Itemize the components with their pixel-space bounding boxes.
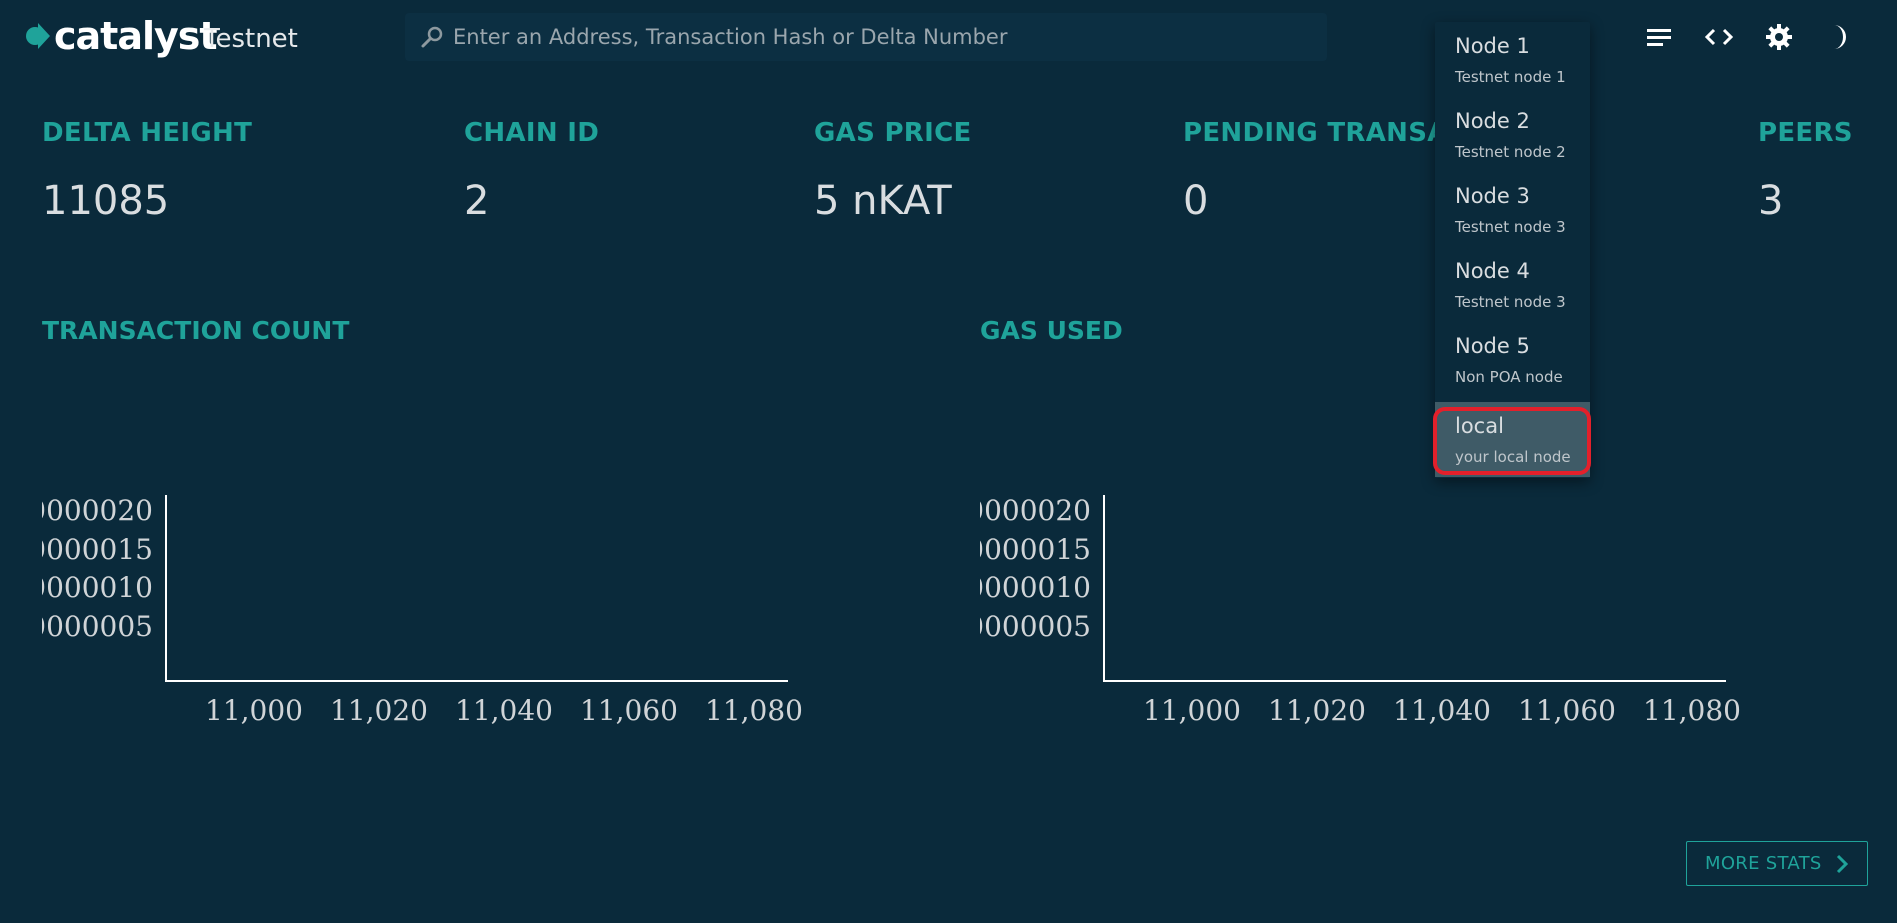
y-tick-label: 0000010 xyxy=(42,571,153,604)
menu-button[interactable] xyxy=(1640,18,1678,56)
y-tick-label: 0000020 xyxy=(980,494,1091,527)
x-tick-label: 11,040 xyxy=(455,694,553,727)
x-tick-label: 11,080 xyxy=(1643,694,1741,727)
gas-used-chart: 0000020 0000015 0000010 0000005 11,000 11,020… xyxy=(980,494,1741,727)
node-name: Node 4 xyxy=(1455,259,1530,283)
stat-label: PEERS xyxy=(1758,118,1853,148)
x-tick-label: 11,080 xyxy=(705,694,803,727)
node-name: local xyxy=(1455,414,1504,438)
chevron-right-icon xyxy=(1836,854,1848,873)
stat-chain-id: CHAIN ID 2 xyxy=(464,118,599,224)
catalyst-logo-icon xyxy=(26,23,50,49)
search-bar[interactable] xyxy=(405,13,1327,61)
node-description: Testnet node 3 xyxy=(1455,293,1566,311)
node-description: your local node xyxy=(1455,448,1571,466)
stat-label: PENDING TRANSA xyxy=(1183,118,1448,148)
transaction-count-chart: 0000020 0000015 0000010 0000005 11,000 11,020… xyxy=(42,494,803,727)
stat-peers: PEERS 3 xyxy=(1758,118,1853,224)
x-tick-label: 11,000 xyxy=(205,694,303,727)
stat-delta-height: DELTA HEIGHT 11085 xyxy=(42,118,252,224)
stat-value: 0 xyxy=(1183,178,1209,224)
more-stats-label: MORE STATS xyxy=(1705,853,1822,874)
node-menu-item-3[interactable]: Node 3 Testnet node 3 xyxy=(1435,172,1590,247)
moon-icon xyxy=(1834,25,1846,49)
y-tick-label: 0000010 xyxy=(980,571,1091,604)
node-description: Testnet node 2 xyxy=(1455,143,1566,161)
node-menu-item-local[interactable]: local your local node xyxy=(1435,402,1590,477)
x-tick-label: 11,020 xyxy=(330,694,428,727)
stat-label: CHAIN ID xyxy=(464,118,600,148)
more-stats-button[interactable]: MORE STATS xyxy=(1686,841,1868,886)
node-name: Node 1 xyxy=(1455,34,1530,58)
stat-label: GAS PRICE xyxy=(814,118,972,148)
page: catalyst Testnet Enter an Address, Trans… xyxy=(0,0,1897,923)
node-name: Node 5 xyxy=(1455,334,1530,358)
node-dropdown-menu: Node 1 Testnet node 1 Node 2 Testnet nod… xyxy=(1435,22,1590,478)
code-icon xyxy=(1704,28,1734,46)
x-tick-label: 11,060 xyxy=(1518,694,1616,727)
stat-label: DELTA HEIGHT xyxy=(42,118,253,148)
stat-pending-transactions: PENDING TRANSA 0 xyxy=(1183,118,1448,224)
network-name: Testnet xyxy=(204,24,298,54)
node-description: Testnet node 1 xyxy=(1455,68,1566,86)
node-menu-item-5[interactable]: Node 5 Non POA node xyxy=(1435,322,1590,397)
stat-value: 3 xyxy=(1758,178,1784,224)
search-input[interactable] xyxy=(453,25,1327,49)
code-button[interactable] xyxy=(1700,18,1738,56)
stat-value: 11085 xyxy=(42,178,170,224)
header: catalyst Testnet xyxy=(0,0,1897,76)
menu-icon xyxy=(1647,29,1671,46)
node-menu-item-1[interactable]: Node 1 Testnet node 1 xyxy=(1435,22,1590,97)
chart-title-transaction-count: TRANSACTION COUNT xyxy=(42,316,350,345)
y-tick-label: 0000020 xyxy=(42,494,153,527)
x-tick-label: 11,000 xyxy=(1143,694,1241,727)
y-tick-label: 0000005 xyxy=(980,610,1091,643)
search-icon xyxy=(421,26,443,48)
node-menu-item-4[interactable]: Node 4 Testnet node 3 xyxy=(1435,247,1590,322)
stat-gas-price: GAS PRICE 5 nKAT xyxy=(814,118,972,224)
node-name: Node 2 xyxy=(1455,109,1530,133)
node-menu-item-2[interactable]: Node 2 Testnet node 2 xyxy=(1435,97,1590,172)
chart-title-gas-used: GAS USED xyxy=(980,316,1123,345)
logo-text: catalyst xyxy=(54,14,218,58)
x-tick-label: 11,040 xyxy=(1393,694,1491,727)
x-tick-label: 11,020 xyxy=(1268,694,1366,727)
gear-icon xyxy=(1766,24,1792,50)
node-name: Node 3 xyxy=(1455,184,1530,208)
x-tick-label: 11,060 xyxy=(580,694,678,727)
stat-value: 2 xyxy=(464,178,490,224)
node-description: Testnet node 3 xyxy=(1455,218,1566,236)
y-tick-label: 0000005 xyxy=(42,610,153,643)
y-tick-label: 0000015 xyxy=(980,533,1091,566)
theme-toggle-button[interactable] xyxy=(1820,18,1858,56)
logo[interactable]: catalyst xyxy=(20,14,218,58)
node-description: Non POA node xyxy=(1455,368,1563,386)
y-tick-label: 0000015 xyxy=(42,533,153,566)
stat-value: 5 nKAT xyxy=(814,178,952,224)
settings-button[interactable] xyxy=(1760,18,1798,56)
